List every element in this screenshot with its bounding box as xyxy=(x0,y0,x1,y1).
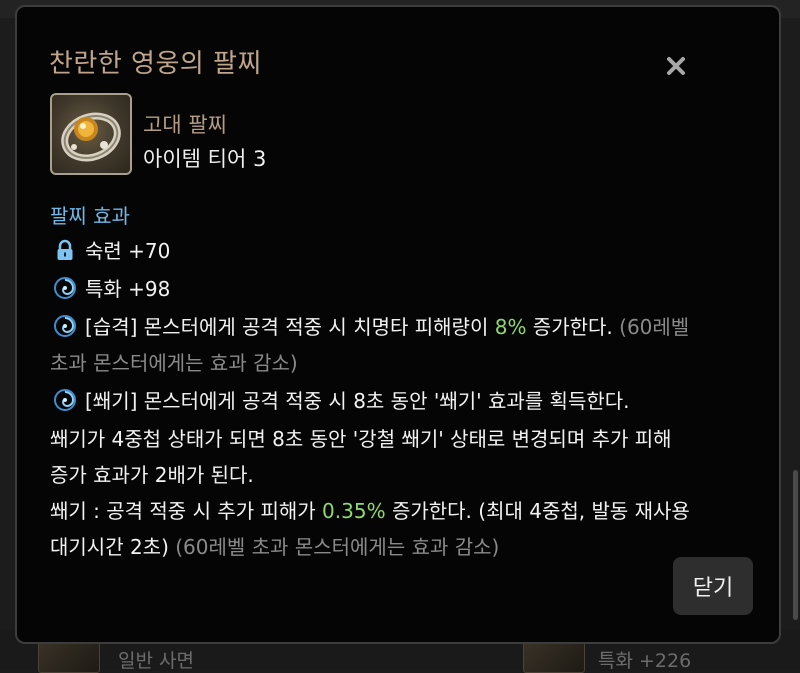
effect-note: 초과 몬스터에게는 효과 감소) xyxy=(50,351,298,375)
dialog-title: 찬란한 영웅의 팔찌 xyxy=(49,49,262,79)
effect-text: 대기시간 2초) xyxy=(50,535,176,559)
close-button[interactable]: 닫기 xyxy=(673,557,753,615)
swirl-icon xyxy=(53,388,77,412)
effect-description-line: 쐐기 : 공격 적중 시 추가 피해가 0.35% 증가한다. (최대 4중첩,… xyxy=(50,495,690,524)
effect-text: [쐐기] 몬스터에게 공격 적중 시 8초 동안 '쐐기' 효과를 획득한다. xyxy=(85,389,630,413)
effect-highlight-value: 0.35% xyxy=(322,499,386,523)
effect-description-line: 대기시간 2초) (60레벨 초과 몬스터에게는 효과 감소) xyxy=(50,531,499,560)
effect-note: (60레벨 초과 몬스터에게는 효과 감소) xyxy=(175,535,500,559)
background-stat-label: 특화 +226 xyxy=(598,650,692,672)
effects-section-header: 팔찌 효과 xyxy=(50,204,130,228)
bracelet-item-icon xyxy=(50,93,132,175)
effect-text: 숙련 +70 xyxy=(85,239,171,263)
effect-description-line: 쐐기가 4중첩 상태가 되면 8초 동안 '강철 쐐기' 상태로 변경되며 추가… xyxy=(50,427,672,451)
background-scrollbar[interactable] xyxy=(793,470,798,620)
swirl-icon xyxy=(53,314,77,338)
background-item-label: 일반 사면 xyxy=(118,650,194,672)
swirl-icon xyxy=(53,276,77,300)
effect-text: 증가한다. (최대 4중첩, 발동 재사용 xyxy=(385,499,690,523)
effect-text: 증가한다. xyxy=(526,315,620,339)
item-detail-dialog: 찬란한 영웅의 팔찌 고대 팔찌 아이템 티어 3 팔찌 효과 숙련 +70 특… xyxy=(15,5,781,644)
effect-row: 특화 +98 xyxy=(53,273,170,302)
effect-text: 특화 +98 xyxy=(85,277,171,301)
effect-text: [습격] 몬스터에게 공격 적중 시 치명타 피해량이 xyxy=(85,315,495,339)
effect-note: (60레벨 xyxy=(619,315,690,339)
effect-row: 숙련 +70 xyxy=(53,235,170,264)
effect-row: [습격] 몬스터에게 공격 적중 시 치명타 피해량이 8% 증가한다. (60… xyxy=(53,311,689,340)
effect-description-line: 증가 효과가 2배가 된다. xyxy=(50,463,254,487)
lock-icon xyxy=(53,238,77,262)
effect-highlight-value: 8% xyxy=(494,315,527,339)
item-type-label: 고대 팔찌 xyxy=(143,113,227,137)
item-tier-label: 아이템 티어 3 xyxy=(143,147,267,171)
close-icon[interactable] xyxy=(663,53,689,79)
effect-text: 쐐기 : 공격 적중 시 추가 피해가 xyxy=(50,499,323,523)
effect-row: [쐐기] 몬스터에게 공격 적중 시 8초 동안 '쐐기' 효과를 획득한다. xyxy=(53,385,630,414)
